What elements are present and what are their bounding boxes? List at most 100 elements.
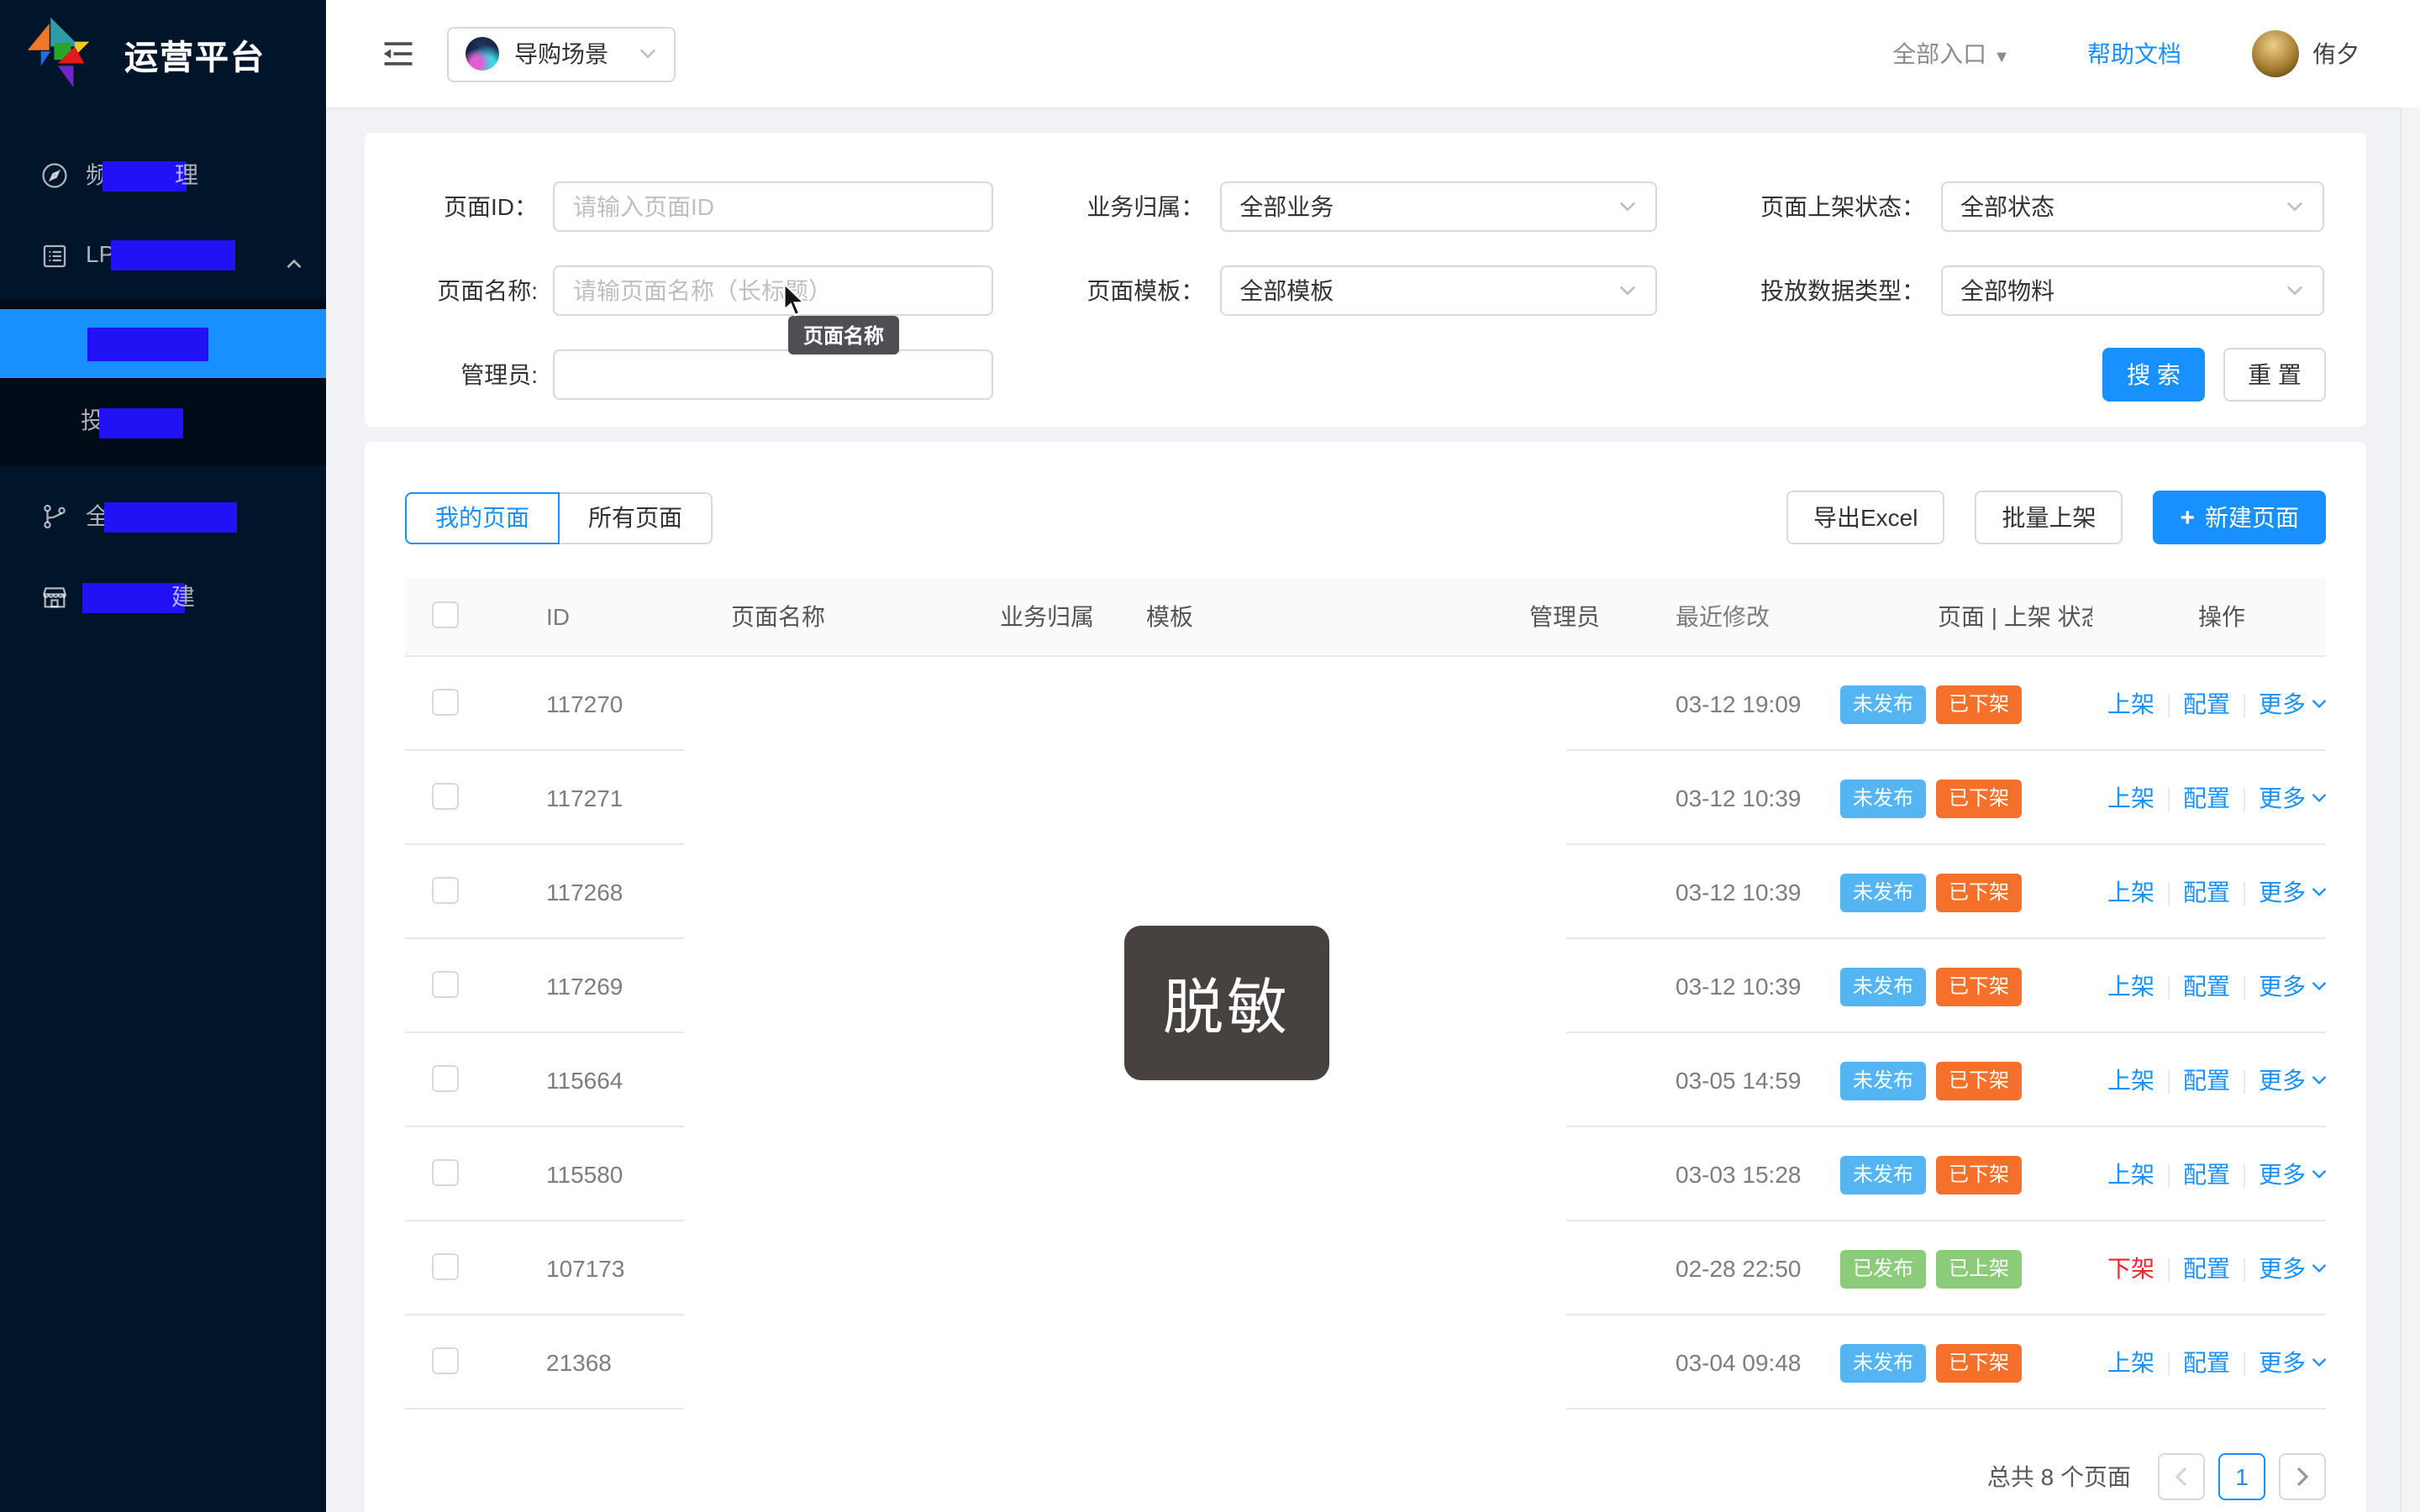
col-page-name: 页面名称 xyxy=(684,600,953,633)
more-link[interactable]: 更多 xyxy=(2259,1063,2326,1097)
divider xyxy=(2168,695,2170,718)
chevron-down-icon xyxy=(1618,200,1637,213)
topbar: 导购场景 全部入口▼ 帮助文档 侑夕 xyxy=(326,0,2420,108)
all-entries-dropdown[interactable]: 全部入口▼ xyxy=(1892,37,2010,71)
shelf-toggle-link[interactable]: 上架 xyxy=(2107,1063,2154,1097)
config-link[interactable]: 配置 xyxy=(2183,687,2230,721)
config-link[interactable]: 配置 xyxy=(2183,1252,2230,1285)
admin-input[interactable] xyxy=(553,349,993,400)
batch-shelf-button[interactable]: 批量上架 xyxy=(1975,491,2123,544)
more-link[interactable]: 更多 xyxy=(2259,687,2326,721)
scene-selector-value: 导购场景 xyxy=(514,37,639,71)
config-link[interactable]: 配置 xyxy=(2183,1346,2230,1379)
row-status: 未发布已下架 xyxy=(1823,685,2092,723)
table-row: 115580 03-03 15:28 未发布已下架 上架配置更多 xyxy=(405,1127,2326,1221)
row-modified: 03-05 14:59 xyxy=(1642,1067,1823,1094)
scrollbar-track[interactable] xyxy=(2400,108,2420,1512)
pagination-next-button[interactable] xyxy=(2279,1453,2326,1500)
row-status: 已发布已上架 xyxy=(1823,1249,2092,1288)
help-doc-link[interactable]: 帮助文档 xyxy=(2087,37,2181,71)
scene-selector[interactable]: 导购场景 xyxy=(447,26,676,81)
reset-button[interactable]: 重 置 xyxy=(2223,348,2326,402)
shelf-status-label: 页面上架状态： xyxy=(1676,190,1925,223)
row-checkbox[interactable] xyxy=(432,1064,459,1091)
row-checkbox[interactable] xyxy=(432,876,459,903)
config-link[interactable]: 配置 xyxy=(2183,969,2230,1003)
shelf-toggle-link[interactable]: 上架 xyxy=(2107,687,2154,721)
sidebar-item-label: 全 xyxy=(86,499,237,533)
data-type-select[interactable]: 全部物料 xyxy=(1940,265,2324,316)
row-actions: 下架配置更多 xyxy=(2092,1252,2326,1285)
sidebar-item-shop[interactable]: 建 xyxy=(0,563,326,630)
row-checkbox[interactable] xyxy=(432,782,459,809)
sidebar-item-label: LP xyxy=(86,240,235,271)
more-link[interactable]: 更多 xyxy=(2259,1158,2326,1191)
pagination-prev-button[interactable] xyxy=(2158,1453,2205,1500)
more-link[interactable]: 更多 xyxy=(2259,1252,2326,1285)
chevron-down-icon xyxy=(2311,1262,2326,1275)
shelf-status-select[interactable]: 全部状态 xyxy=(1940,181,2324,232)
export-excel-button[interactable]: 导出Excel xyxy=(1786,491,1944,544)
row-modified: 03-12 10:39 xyxy=(1642,785,1823,811)
table-body: 117270 03-12 19:09 未发布已下架 上架配置更多 117271 … xyxy=(405,657,2326,1410)
more-link[interactable]: 更多 xyxy=(2259,1346,2326,1379)
sidebar-subitem-delivery[interactable]: 投 xyxy=(0,386,326,455)
more-link[interactable]: 更多 xyxy=(2259,781,2326,815)
template-select[interactable]: 全部模板 xyxy=(1219,265,1657,316)
sidebar-item-channel[interactable]: 频理 xyxy=(0,141,326,208)
page-id-input[interactable] xyxy=(553,181,993,232)
divider xyxy=(2168,1353,2170,1377)
sidebar: 运营平台 频理 LP xyxy=(0,0,326,1512)
user-menu[interactable]: 侑夕 xyxy=(2252,30,2360,77)
shelf-toggle-link[interactable]: 上架 xyxy=(2107,875,2154,909)
business-select[interactable]: 全部业务 xyxy=(1219,181,1657,232)
page-name-label: 页面名称: xyxy=(405,274,538,307)
select-all-checkbox[interactable] xyxy=(432,601,459,627)
config-link[interactable]: 配置 xyxy=(2183,781,2230,815)
divider xyxy=(2168,1259,2170,1283)
shelf-toggle-link[interactable]: 上架 xyxy=(2107,969,2154,1003)
divider xyxy=(2168,1071,2170,1095)
sidebar-item-traffic[interactable]: 全 xyxy=(0,482,326,549)
row-id: 115580 xyxy=(499,1161,684,1188)
shelf-toggle-link[interactable]: 上架 xyxy=(2107,1158,2154,1191)
menu-fold-icon[interactable] xyxy=(380,35,417,72)
pagination-page-1[interactable]: 1 xyxy=(2218,1453,2265,1500)
shelf-status-badge: 已下架 xyxy=(1936,779,2022,817)
tab-all-pages[interactable]: 所有页面 xyxy=(558,491,713,543)
caret-down-icon: ▼ xyxy=(1993,49,2010,67)
row-checkbox[interactable] xyxy=(432,970,459,997)
row-actions: 上架配置更多 xyxy=(2092,781,2326,815)
row-modified: 03-12 19:09 xyxy=(1642,690,1823,717)
more-link[interactable]: 更多 xyxy=(2259,969,2326,1003)
divider xyxy=(2168,789,2170,812)
sidebar-item-label: 频理 xyxy=(86,158,198,192)
more-link[interactable]: 更多 xyxy=(2259,875,2326,909)
search-button[interactable]: 搜 索 xyxy=(2102,348,2205,402)
row-actions: 上架配置更多 xyxy=(2092,969,2326,1003)
row-checkbox[interactable] xyxy=(432,1158,459,1185)
sidebar-subitem-active[interactable] xyxy=(0,309,326,378)
row-actions: 上架配置更多 xyxy=(2092,1063,2326,1097)
chevron-down-icon xyxy=(2311,885,2326,899)
tab-my-pages[interactable]: 我的页面 xyxy=(405,491,560,543)
shelf-status-badge: 已下架 xyxy=(1936,685,2022,723)
config-link[interactable]: 配置 xyxy=(2183,875,2230,909)
row-id: 117269 xyxy=(499,973,684,1000)
row-modified: 03-12 10:39 xyxy=(1642,879,1823,906)
shelf-toggle-link[interactable]: 上架 xyxy=(2107,1346,2154,1379)
row-checkbox[interactable] xyxy=(432,688,459,715)
sidebar-item-lp[interactable]: LP xyxy=(0,222,326,289)
app-logo-icon xyxy=(25,15,103,92)
shelf-toggle-link[interactable]: 上架 xyxy=(2107,781,2154,815)
page-name-input[interactable] xyxy=(553,265,993,316)
row-checkbox[interactable] xyxy=(432,1252,459,1279)
divider xyxy=(2244,789,2245,812)
scene-orb-icon xyxy=(466,37,499,71)
create-page-button[interactable]: +新建页面 xyxy=(2153,491,2326,544)
shelf-toggle-link[interactable]: 下架 xyxy=(2107,1252,2154,1285)
row-checkbox[interactable] xyxy=(432,1347,459,1373)
redaction-box xyxy=(82,583,185,613)
config-link[interactable]: 配置 xyxy=(2183,1158,2230,1191)
config-link[interactable]: 配置 xyxy=(2183,1063,2230,1097)
